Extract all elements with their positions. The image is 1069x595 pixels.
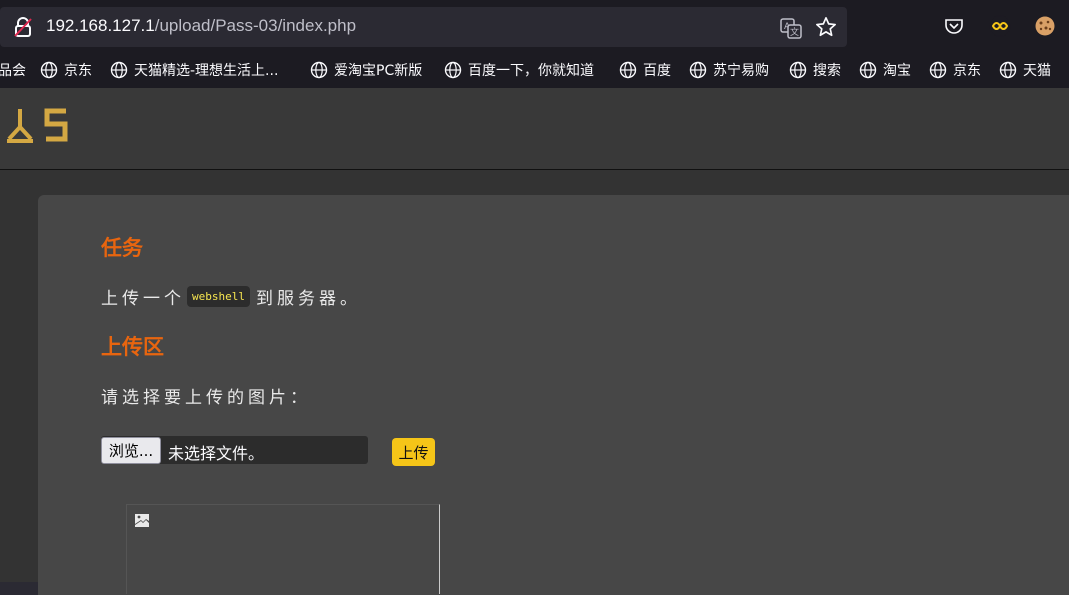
translate-icon[interactable]: A 文 xyxy=(780,17,802,39)
bookmark-item[interactable]: 品会 xyxy=(0,60,26,80)
browser-toolbar: 192.168.127.1/upload/Pass-03/index.php A… xyxy=(0,0,1069,52)
bookmark-item[interactable]: 天猫 xyxy=(999,60,1051,80)
url-host: 192.168.127.1 xyxy=(46,16,155,35)
bookmark-label: 京东 xyxy=(953,63,981,79)
bookmark-item[interactable]: 京东 xyxy=(40,60,92,80)
bookmark-item[interactable]: 搜索 xyxy=(789,60,841,80)
pocket-icon[interactable] xyxy=(944,16,964,36)
star-icon[interactable] xyxy=(815,16,837,38)
bookmark-label: 百度 xyxy=(643,63,671,79)
no-file-selected-label: 未选择文件。 xyxy=(168,444,265,463)
bookmark-label: 百度一下，你就知道 xyxy=(468,63,594,79)
bookmark-label: 天猫精选-理想生活上... xyxy=(134,63,279,79)
globe-icon xyxy=(789,61,807,79)
globe-icon xyxy=(310,61,328,79)
extension-icon[interactable] xyxy=(989,15,1011,37)
task-suffix: 到服务器。 xyxy=(255,289,361,309)
url-path: /upload/Pass-03/index.php xyxy=(154,16,357,35)
bookmark-item[interactable]: 京东 xyxy=(929,60,981,80)
browse-button[interactable]: 浏览... xyxy=(101,437,161,464)
globe-icon xyxy=(859,61,877,79)
bookmark-item[interactable]: 百度一下，你就知道 xyxy=(444,60,594,80)
upload-button[interactable]: 上传 xyxy=(392,438,435,466)
bookmark-label: 天猫 xyxy=(1023,63,1051,79)
bookmark-label: 淘宝 xyxy=(883,63,911,79)
site-logo xyxy=(7,108,68,143)
bookmark-item[interactable]: 爱淘宝PC新版 xyxy=(310,60,422,80)
image-preview xyxy=(126,504,440,594)
globe-icon xyxy=(929,61,947,79)
globe-icon xyxy=(444,61,462,79)
svg-text:文: 文 xyxy=(790,26,799,38)
cookie-icon[interactable] xyxy=(1034,15,1056,37)
address-bar[interactable]: 192.168.127.1/upload/Pass-03/index.php A… xyxy=(0,7,847,47)
globe-icon xyxy=(40,61,58,79)
globe-icon xyxy=(999,61,1017,79)
bookmark-label: 京东 xyxy=(64,63,92,79)
globe-icon xyxy=(619,61,637,79)
bookmark-label: 爱淘宝PC新版 xyxy=(334,63,423,79)
bookmark-label: 苏宁易购 xyxy=(713,63,769,79)
bookmark-item[interactable]: 淘宝 xyxy=(859,60,911,80)
task-code: webshell xyxy=(187,286,250,307)
bookmarks-bar: 品会 京东 天猫精选-理想生活上... 爱淘宝PC新版 百度一下，你就知道 百度 苏宁易购 搜… xyxy=(0,52,1069,88)
url-text[interactable]: 192.168.127.1/upload/Pass-03/index.php xyxy=(46,16,356,36)
site-header xyxy=(0,88,1069,170)
bookmark-item[interactable]: 百度 xyxy=(619,60,671,80)
bookmark-label: 搜索 xyxy=(813,63,841,79)
task-heading: 任务 xyxy=(101,236,143,260)
lock-icon[interactable] xyxy=(12,16,34,38)
globe-icon xyxy=(689,61,707,79)
bookmark-label: 品会 xyxy=(0,63,26,79)
task-prefix: 上传一个 xyxy=(101,289,185,309)
bookmark-item[interactable]: 苏宁易购 xyxy=(689,60,769,80)
globe-icon xyxy=(110,61,128,79)
upload-heading: 上传区 xyxy=(101,335,164,359)
task-description: 上传一个 webshell 到服务器。 xyxy=(101,284,361,309)
select-image-label: 请选择要上传的图片： xyxy=(101,388,311,408)
bookmark-item[interactable]: 天猫精选-理想生活上... xyxy=(110,60,278,80)
broken-image-icon xyxy=(135,514,149,527)
